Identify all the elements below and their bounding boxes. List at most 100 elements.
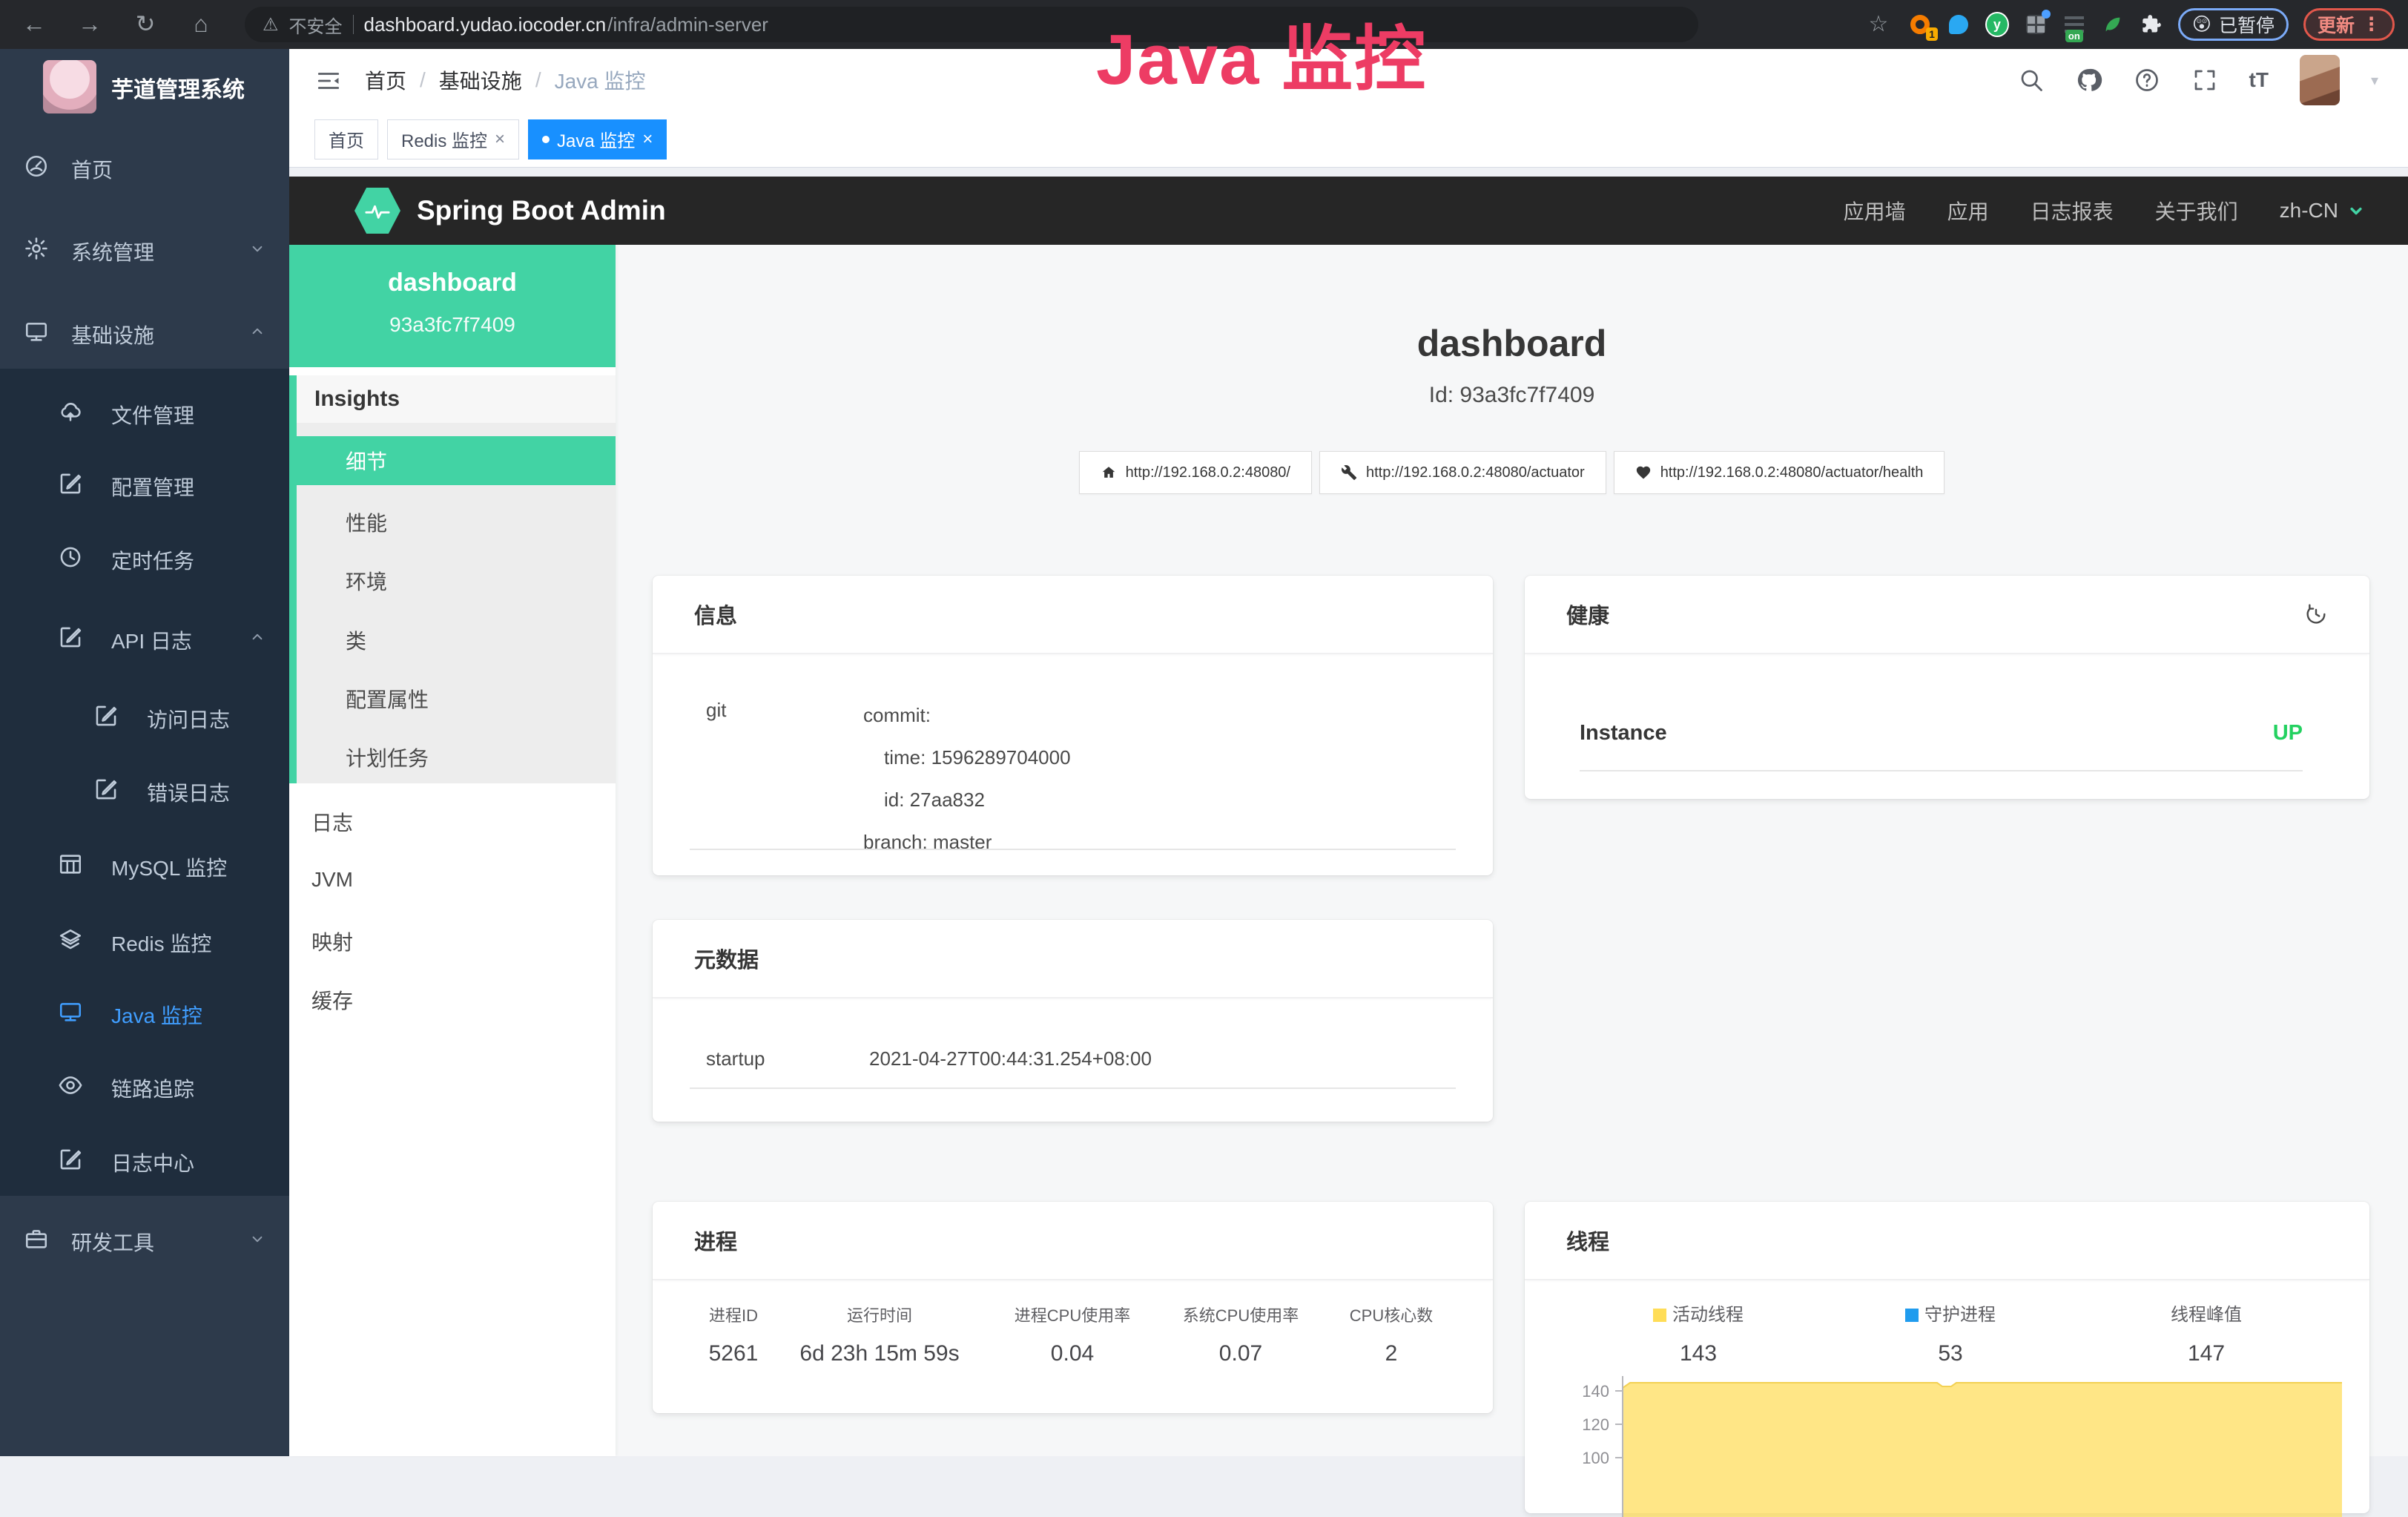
app-logo[interactable] [43,60,96,113]
health-url-link[interactable]: http://192.168.0.2:48080/actuator/health [1614,451,1945,494]
process-col-pid-label: 进程ID [674,1303,793,1326]
extension-pin-icon[interactable] [1947,13,1970,36]
briefcase-icon [24,1226,49,1251]
sba-brand[interactable]: Spring Boot Admin [417,177,666,245]
sba-instance-sidebar: dashboard 93a3fc7f7409 Insights 细节 性能 环境… [289,245,616,1456]
legend-yellow-swatch [1653,1309,1666,1322]
sidebar-item-system[interactable]: 系统管理 [0,228,289,269]
home-icon [1101,464,1117,481]
sidebar-item-trace[interactable]: 链路追踪 [0,1064,289,1106]
sba-nav-wallboard[interactable]: 应用墙 [1844,196,1906,226]
chevron-up-icon [248,628,267,647]
daemon-threads-value: 53 [1847,1341,2054,1366]
help-icon[interactable] [2134,67,2160,93]
browser-home-button[interactable]: ⌂ [186,9,216,39]
tag-home[interactable]: 首页 [314,119,378,159]
sidebar-item-infra[interactable]: 基础设施 [0,311,289,352]
dashboard-icon [24,154,49,179]
sba-menu-metrics[interactable]: 性能 [297,498,616,547]
tag-java-monitor[interactable]: Java 监控 × [528,119,667,159]
sidebar-collapse-icon[interactable] [314,67,343,95]
browser-forward-button[interactable]: → [75,9,105,39]
sba-menu-section-insights[interactable]: Insights [297,375,616,423]
legend-peak-threads: 线程峰值 [2102,1300,2310,1326]
url-divider [353,15,354,34]
breadcrumb-separator: / [535,68,541,92]
heart-icon [1635,464,1652,481]
sidebar-item-redis[interactable]: Redis 监控 [0,919,289,961]
address-bar[interactable]: ⚠ 不安全 dashboard.yudao.iocoder.cn /infra/… [245,7,1698,42]
browser-back-button[interactable]: ← [19,9,49,39]
sba-nav-applications[interactable]: 应用 [1947,196,1989,226]
git-id-line: id: 27aa832 [863,779,1071,821]
sba-menu-config-props[interactable]: 配置属性 [297,674,616,723]
user-avatar[interactable] [2300,55,2340,105]
sba-menu-details[interactable]: 细节 [289,436,616,485]
history-icon[interactable] [2304,602,2328,626]
sba-header: Spring Boot Admin 应用墙 应用 日志报表 关于我们 zh-CN [289,177,2408,245]
row-divider [690,1087,1456,1089]
github-icon[interactable] [2076,67,2102,93]
service-url-link[interactable]: http://192.168.0.2:48080/ [1079,451,1312,494]
sba-menu-jvm[interactable]: JVM [289,855,616,904]
extension-badge: 1 [1926,27,1938,41]
extension-orange-icon[interactable]: 1 [1908,13,1932,36]
git-branch-line: branch: master [863,821,1071,863]
bookmark-star-icon[interactable]: ☆ [1864,10,1893,39]
sidebar-item-mysql[interactable]: MySQL 监控 [0,843,289,885]
tag-redis-monitor[interactable]: Redis 监控 × [387,119,519,159]
extension-grid-icon[interactable] [2024,13,2048,36]
extension-on-icon[interactable]: on [2062,13,2086,36]
edit-icon [93,703,119,728]
process-col-cores-label: CPU核心数 [1310,1303,1473,1326]
sba-menu-logs[interactable]: 日志 [289,797,616,846]
extensions-puzzle-icon[interactable] [2140,13,2163,36]
font-size-icon[interactable]: tT [2249,68,2269,92]
layers-icon [58,927,83,952]
sba-nav-about[interactable]: 关于我们 [2155,196,2238,226]
breadcrumb-home[interactable]: 首页 [365,65,406,95]
browser-update-button[interactable]: 更新 ⋮ [2303,8,2395,41]
sidebar-item-error-log[interactable]: 错误日志 [0,769,289,810]
sba-instance-header[interactable]: dashboard 93a3fc7f7409 [289,245,616,367]
row-divider [1580,770,2303,771]
peak-threads-value: 147 [2102,1341,2310,1366]
sidebar-item-access-log[interactable]: 访问日志 [0,695,289,737]
close-icon[interactable]: × [495,129,505,150]
threads-area-chart: 140 120 100 [1525,1369,2369,1517]
sidebar-item-file[interactable]: 文件管理 [0,391,289,432]
cloud-upload-icon [58,399,83,424]
search-icon[interactable] [2018,67,2045,93]
process-uptime-value: 6d 23h 15m 59s [776,1341,983,1366]
sidebar-item-devtools[interactable]: 研发工具 [0,1218,289,1260]
sba-menu-scheduled-tasks[interactable]: 计划任务 [297,733,616,782]
extension-y-icon[interactable]: y [1985,13,2009,36]
metadata-row-value: 2021-04-27T00:44:31.254+08:00 [869,1047,1152,1070]
sidebar-item-home[interactable]: 首页 [0,145,289,187]
sba-menu-caches[interactable]: 缓存 [289,975,616,1024]
sba-nav-journal[interactable]: 日志报表 [2031,196,2114,226]
sba-locale-select[interactable]: zh-CN [2280,199,2366,223]
sidebar-item-java[interactable]: Java 监控 [0,991,289,1033]
browser-reload-button[interactable]: ↻ [131,9,160,39]
sba-menu-classes[interactable]: 类 [297,616,616,665]
sidebar-item-log-center[interactable]: 日志中心 [0,1139,289,1180]
legend-blue-swatch [1905,1309,1919,1322]
sba-menu-mappings[interactable]: 映射 [289,917,616,966]
avatar-caret-icon[interactable]: ▾ [2371,71,2378,90]
monitor-icon [24,319,49,344]
sidebar-item-api-log[interactable]: API 日志 [0,616,289,658]
sba-logo-icon[interactable] [354,188,400,234]
breadcrumb-separator: / [420,68,426,92]
actuator-url-link[interactable]: http://192.168.0.2:48080/actuator [1319,451,1606,494]
sidebar-item-config[interactable]: 配置管理 [0,463,289,504]
health-card: 健康 Instance UP [1525,576,2369,799]
close-icon[interactable]: × [642,129,653,150]
sba-menu-environment[interactable]: 环境 [297,556,616,605]
fullscreen-icon[interactable] [2191,67,2218,93]
sidebar-item-job[interactable]: 定时任务 [0,536,289,578]
extension-leaf-icon[interactable] [2101,13,2125,36]
profile-paused-chip[interactable]: 😲 已暂停 [2178,8,2289,41]
git-time-line: time: 1596289704000 [863,737,1071,779]
breadcrumb-infra[interactable]: 基础设施 [439,65,522,95]
